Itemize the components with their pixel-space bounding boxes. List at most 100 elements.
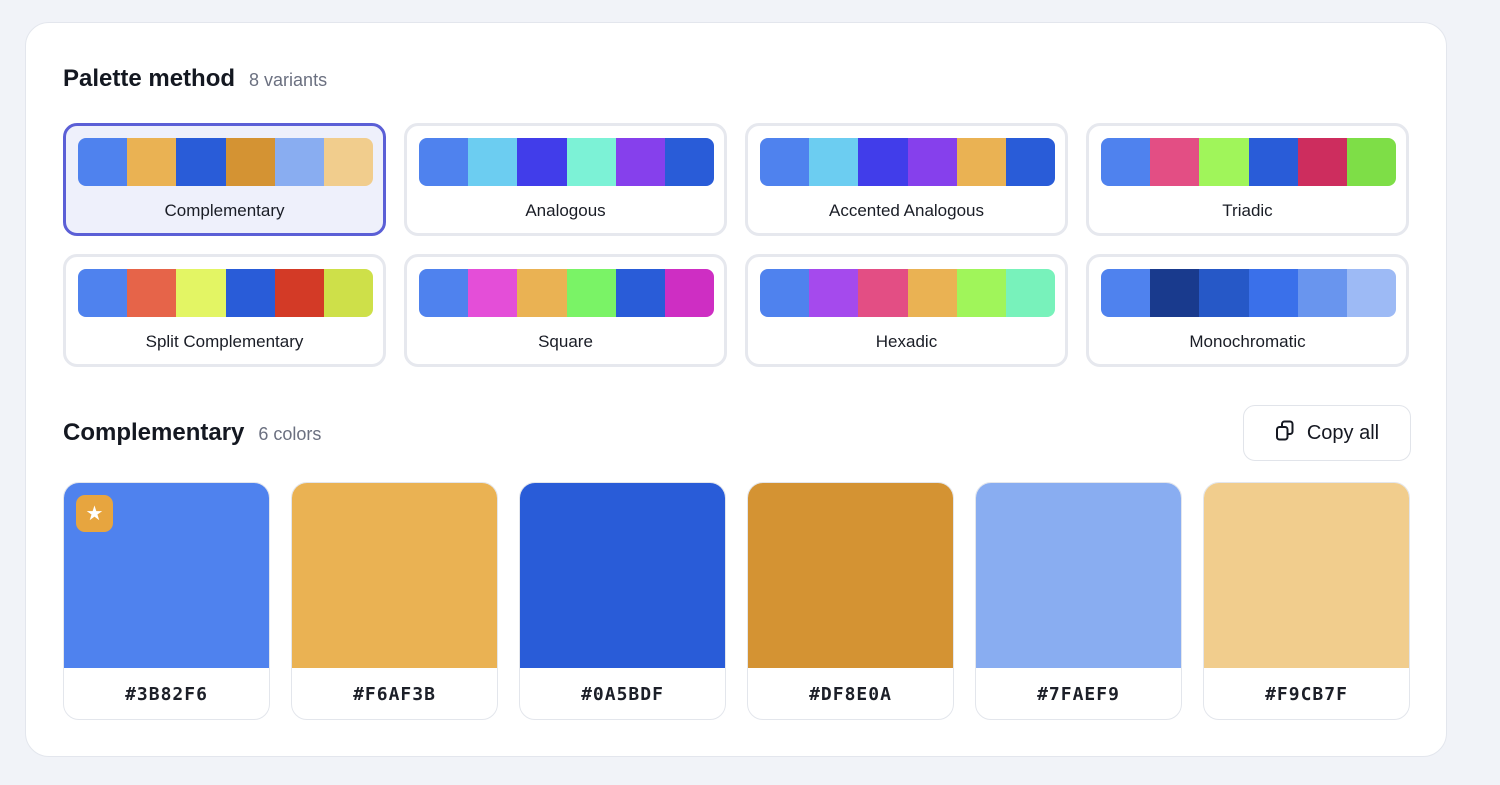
color-swatch[interactable]: ★ #3B82F6 [63, 482, 270, 720]
method-color-strip [1101, 269, 1396, 317]
color-chip [907, 138, 957, 186]
color-chip [419, 269, 469, 317]
color-chip [566, 269, 616, 317]
method-label: Split Complementary [145, 332, 304, 351]
color-swatch[interactable]: #DF8E0A [747, 482, 954, 720]
method-card-accented-analogous[interactable]: Accented Analogous [745, 123, 1068, 236]
color-chip [1297, 138, 1347, 186]
copy-all-label: Copy all [1306, 421, 1380, 444]
color-chip [1248, 269, 1298, 317]
swatch-hex: #F9CB7F [1265, 683, 1348, 705]
method-label: Triadic [1222, 201, 1273, 220]
color-chip [956, 138, 1006, 186]
method-color-strip [419, 269, 714, 317]
color-chip [419, 138, 469, 186]
swatch-hex: #0A5BDF [581, 683, 664, 705]
method-label: Square [538, 332, 593, 351]
color-swatch[interactable]: #F9CB7F [1203, 482, 1410, 720]
palette-method-title: Palette method [63, 65, 236, 92]
swatch-color [748, 483, 953, 668]
method-card-triadic[interactable]: Triadic [1086, 123, 1409, 236]
palette-method-grid: Complementary Analogous Accented Analogo… [63, 123, 1411, 367]
color-chip [517, 269, 567, 317]
method-label: Accented Analogous [828, 201, 984, 220]
color-chip [956, 269, 1006, 317]
palette-card: Palette method 8 variants Complementary … [25, 22, 1447, 757]
method-card-monochromatic[interactable]: Monochromatic [1086, 254, 1409, 367]
method-card-complementary[interactable]: Complementary [63, 123, 386, 236]
color-chip [1248, 138, 1298, 186]
color-chip [760, 269, 810, 317]
color-chip [664, 138, 714, 186]
method-label: Analogous [525, 201, 606, 220]
color-chip [517, 138, 567, 186]
color-count: 6 colors [258, 424, 322, 444]
copy-icon [1275, 420, 1295, 447]
color-chip [858, 269, 908, 317]
color-chip [1199, 269, 1249, 317]
palette-title: Complementary [63, 419, 245, 446]
palette-method-header: Palette method 8 variants [63, 65, 327, 93]
color-swatch[interactable]: #7FAEF9 [975, 482, 1182, 720]
color-chip [225, 138, 275, 186]
color-chip [176, 269, 226, 317]
color-chip [858, 138, 908, 186]
color-chip [1005, 138, 1055, 186]
color-chip [1346, 269, 1396, 317]
method-color-strip [78, 269, 373, 317]
color-chip [615, 138, 665, 186]
color-chip [664, 269, 714, 317]
color-chip [323, 138, 373, 186]
method-color-strip [1101, 138, 1396, 186]
color-chip [468, 138, 518, 186]
swatch-hex: #7FAEF9 [1037, 683, 1120, 705]
color-chip [274, 138, 324, 186]
color-chip [225, 269, 275, 317]
swatch-color [520, 483, 725, 668]
color-chip [274, 269, 324, 317]
palette-header: Complementary 6 colors [63, 419, 321, 447]
method-card-hexadic[interactable]: Hexadic [745, 254, 1068, 367]
method-label: Monochromatic [1189, 332, 1306, 351]
method-color-strip [760, 269, 1055, 317]
color-chip [615, 269, 665, 317]
color-swatch[interactable]: #F6AF3B [291, 482, 498, 720]
swatch-hex: #F6AF3B [353, 683, 436, 705]
method-color-strip [419, 138, 714, 186]
color-chip [907, 269, 957, 317]
color-chip [127, 269, 177, 317]
method-label: Hexadic [875, 332, 938, 351]
color-chip [760, 138, 810, 186]
star-icon[interactable]: ★ [76, 495, 113, 532]
color-chip [1150, 269, 1200, 317]
swatch-hex: #DF8E0A [809, 683, 892, 705]
method-card-split-complementary[interactable]: Split Complementary [63, 254, 386, 367]
color-chip [468, 269, 518, 317]
variant-count: 8 variants [249, 70, 328, 90]
swatch-color [1204, 483, 1409, 668]
swatch-hex: #3B82F6 [125, 683, 208, 705]
method-card-analogous[interactable]: Analogous [404, 123, 727, 236]
color-chip [78, 138, 128, 186]
color-chip [1005, 269, 1055, 317]
color-chip [1199, 138, 1249, 186]
color-chip [809, 138, 859, 186]
color-chip [1297, 269, 1347, 317]
swatch-color [292, 483, 497, 668]
method-label: Complementary [164, 201, 285, 220]
color-chip [1150, 138, 1200, 186]
color-chip [566, 138, 616, 186]
color-chip [176, 138, 226, 186]
color-chip [1101, 269, 1151, 317]
color-chip [809, 269, 859, 317]
swatch-row: ★ #3B82F6 #F6AF3B #0A5BDF #DF8E0A #7FAEF… [63, 482, 1410, 720]
method-card-square[interactable]: Square [404, 254, 727, 367]
copy-all-button[interactable]: Copy all [1243, 405, 1411, 461]
color-chip [78, 269, 128, 317]
color-chip [1346, 138, 1396, 186]
color-swatch[interactable]: #0A5BDF [519, 482, 726, 720]
swatch-color [976, 483, 1181, 668]
method-color-strip [760, 138, 1055, 186]
color-chip [323, 269, 373, 317]
color-chip [127, 138, 177, 186]
